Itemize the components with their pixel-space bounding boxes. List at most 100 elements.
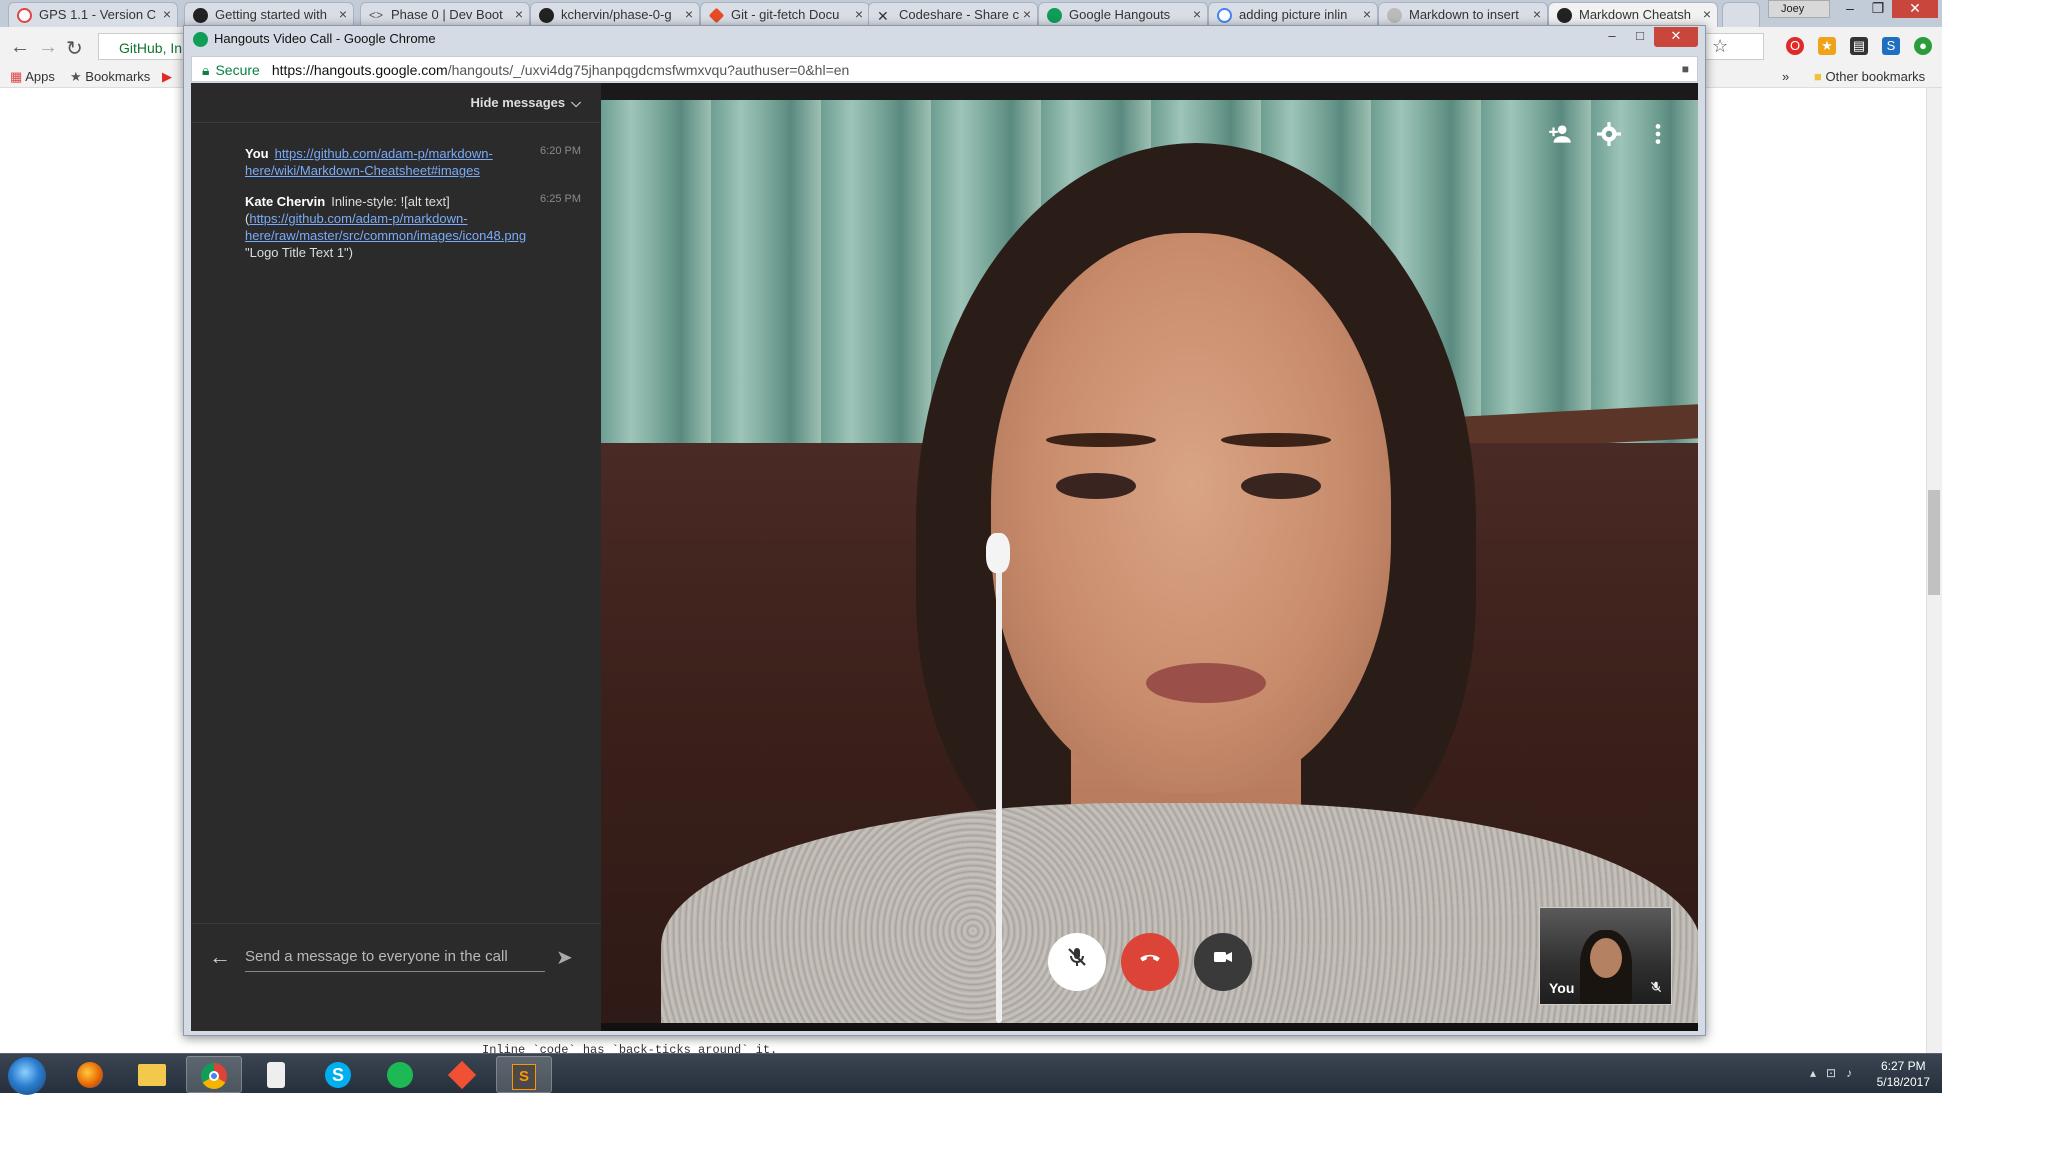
os-user-badge[interactable]: Joey xyxy=(1768,0,1830,18)
code-icon: <> xyxy=(369,8,384,22)
url-host: https://hangouts.google.com xyxy=(271,62,448,78)
participant-eye xyxy=(1241,473,1321,499)
star-icon: ★ xyxy=(70,69,82,84)
network-icon[interactable]: ⊡ xyxy=(1826,1066,1836,1080)
settings-icon[interactable] xyxy=(1593,121,1625,153)
hide-messages-button[interactable]: Hide messages ⌵ xyxy=(470,95,581,111)
video-camera-icon xyxy=(1214,952,1232,962)
chat-message: You https://github.com/adam-p/markdown-he… xyxy=(245,145,525,179)
file-explorer-icon[interactable] xyxy=(124,1056,180,1093)
tab-markdown-insert[interactable]: Markdown to insert × xyxy=(1378,2,1548,27)
participant-eye xyxy=(1056,473,1136,499)
tab-kchervin[interactable]: kchervin/phase-0-g × xyxy=(530,2,700,27)
message-link[interactable]: https://github.com/adam-p/markdown-here/… xyxy=(245,146,493,178)
background-address-bar[interactable]: GitHub, In xyxy=(98,33,188,60)
more-vert-icon[interactable] xyxy=(1642,121,1674,153)
participant-face xyxy=(991,233,1391,793)
close-icon[interactable]: × xyxy=(1023,6,1031,22)
background-url-text: GitHub, In xyxy=(119,40,183,56)
reload-icon[interactable]: ↻ xyxy=(66,36,83,61)
extension-icon[interactable]: ● xyxy=(1914,37,1932,55)
participant-brow xyxy=(1046,433,1156,447)
extension-icon[interactable]: S xyxy=(1882,37,1900,55)
opera-extension-icon[interactable]: O xyxy=(1786,37,1804,55)
start-button[interactable] xyxy=(8,1057,46,1095)
tab-git-fetch[interactable]: Git - git-fetch Docu × xyxy=(700,2,870,27)
camera-button[interactable] xyxy=(1194,933,1252,991)
tab-gps[interactable]: GPS 1.1 - Version C × xyxy=(8,2,178,27)
tab-codeshare[interactable]: ✕ Codeshare - Share c × xyxy=(868,2,1038,27)
bookmarks-folder[interactable]: ★ Bookmarks xyxy=(70,69,150,85)
tab-google-hangouts[interactable]: Google Hangouts × xyxy=(1038,2,1208,27)
arrow-back-icon[interactable]: ← xyxy=(209,944,231,970)
extension-icon[interactable]: ★ xyxy=(1818,37,1836,55)
minimize-icon[interactable]: – xyxy=(1836,0,1864,18)
github-icon xyxy=(193,8,208,23)
background-address-bar-end[interactable]: ☆ xyxy=(1704,33,1764,60)
self-view-thumbnail[interactable]: You xyxy=(1539,907,1672,1005)
hangouts-content: Hide messages ⌵ You https://github.com/ada… xyxy=(191,83,1698,1031)
spotify-icon[interactable] xyxy=(372,1056,428,1093)
tab-label: Getting started with xyxy=(215,7,327,22)
volume-icon[interactable]: ♪ xyxy=(1846,1066,1852,1080)
skype-icon[interactable]: S xyxy=(310,1056,366,1093)
close-icon[interactable]: × xyxy=(1703,6,1711,22)
tab-getting-started[interactable]: Getting started with × xyxy=(184,2,354,27)
close-icon[interactable]: × xyxy=(685,6,693,22)
tab-label: Codeshare - Share c xyxy=(899,7,1019,22)
maximize-icon[interactable]: □ xyxy=(1626,27,1654,47)
youtube-icon[interactable]: ▶ xyxy=(162,69,172,85)
window-close-icon[interactable]: ✕ xyxy=(1892,0,1938,18)
system-tray[interactable]: ▴ ⊡ ♪ xyxy=(1810,1066,1852,1080)
tab-label: adding picture inlin xyxy=(1239,7,1348,22)
close-icon[interactable]: × xyxy=(339,6,347,22)
apps-bookmark-label: Apps xyxy=(25,69,55,84)
close-icon[interactable]: × xyxy=(163,6,171,22)
hang-up-button[interactable] xyxy=(1121,933,1179,991)
window-close-icon[interactable]: ✕ xyxy=(1654,27,1698,47)
sublime-text-icon[interactable]: S xyxy=(496,1056,552,1093)
close-icon[interactable]: × xyxy=(1193,6,1201,22)
git-icon[interactable] xyxy=(434,1056,490,1093)
page-scrollbar-thumb[interactable] xyxy=(1928,490,1940,595)
add-person-icon[interactable] xyxy=(1544,121,1576,153)
other-bookmarks-folder[interactable]: ■ Other bookmarks xyxy=(1814,69,1925,84)
folder-icon: ■ xyxy=(1814,69,1822,84)
camera-in-use-icon[interactable]: ■ xyxy=(1682,62,1689,76)
participant-mouth xyxy=(1146,663,1266,703)
github-icon xyxy=(539,8,554,23)
apps-grid-icon: ▦ xyxy=(10,69,23,84)
message-sender: You xyxy=(245,146,269,161)
minimize-icon[interactable]: – xyxy=(1598,27,1626,47)
star-icon[interactable]: ☆ xyxy=(1712,36,1728,57)
message-link[interactable]: https://github.com/adam-p/markdown-here/… xyxy=(245,211,526,243)
extension-icon[interactable]: ▤ xyxy=(1850,37,1868,55)
sticky-app-icon[interactable] xyxy=(248,1056,304,1093)
chevron-down-icon: ⌵ xyxy=(571,95,581,110)
close-icon[interactable]: × xyxy=(855,6,863,22)
restore-icon[interactable]: ❐ xyxy=(1864,0,1892,18)
new-tab-button[interactable] xyxy=(1722,2,1760,27)
message-time: 6:25 PM xyxy=(540,193,581,205)
send-icon[interactable]: ➤ xyxy=(556,945,573,970)
bookmarks-overflow-icon[interactable]: » xyxy=(1782,69,1789,84)
mic-muted-icon xyxy=(1649,980,1663,997)
tab-markdown-cheatsheet[interactable]: Markdown Cheatsh × xyxy=(1548,2,1718,27)
chrome-icon[interactable] xyxy=(186,1056,242,1093)
close-icon[interactable]: × xyxy=(1533,6,1541,22)
chat-message-input[interactable] xyxy=(245,942,545,972)
hangouts-address-bar[interactable]: 🔒︎ Secure https://hangouts.google.com/hang… xyxy=(191,56,1698,82)
firefox-icon[interactable] xyxy=(62,1056,118,1093)
forward-icon[interactable]: → xyxy=(38,36,58,59)
close-icon[interactable]: × xyxy=(515,6,523,22)
apps-bookmark[interactable]: ▦ Apps xyxy=(10,69,55,85)
lock-icon: 🔒︎ xyxy=(202,62,210,78)
back-icon[interactable]: ← xyxy=(10,36,30,59)
tab-phase-0[interactable]: <> Phase 0 | Dev Boot × xyxy=(360,2,530,27)
earbud xyxy=(986,533,1010,573)
close-icon[interactable]: × xyxy=(1363,6,1371,22)
clock[interactable]: 6:27 PM 5/18/2017 xyxy=(1877,1058,1930,1090)
tab-adding-picture[interactable]: adding picture inlin × xyxy=(1208,2,1378,27)
secure-label: Secure xyxy=(215,62,260,78)
mic-muted-button[interactable] xyxy=(1048,933,1106,991)
